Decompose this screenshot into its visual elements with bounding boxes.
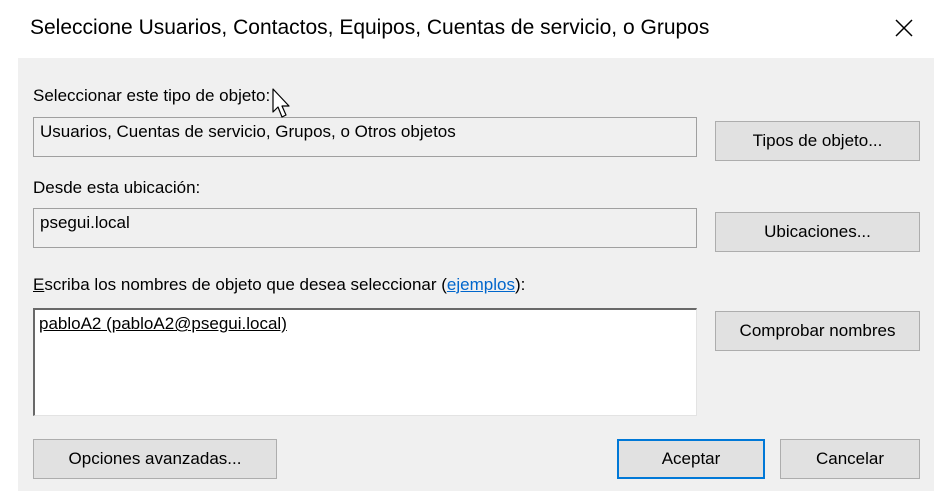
close-icon	[895, 19, 913, 37]
resolved-name-entry[interactable]: pabloA2 (pabloA2@psegui.local)	[39, 314, 287, 333]
object-types-button[interactable]: Tipos de objeto...	[715, 121, 920, 161]
names-label: Escriba los nombres de objeto que desea …	[33, 275, 525, 295]
names-label-text: scriba los nombres de objeto que desea s…	[44, 275, 447, 294]
dialog-client-area: Seleccionar este tipo de objeto: Usuario…	[18, 58, 934, 491]
object-type-label: Seleccionar este tipo de objeto:	[33, 86, 271, 105]
object-names-input[interactable]: pabloA2 (pabloA2@psegui.local)	[33, 308, 697, 416]
names-label-accelerator: E	[33, 275, 45, 294]
names-label-end: ):	[514, 275, 526, 294]
select-objects-dialog: Seleccione Usuarios, Contactos, Equipos,…	[0, 0, 934, 491]
mouse-pointer-icon	[272, 88, 290, 118]
ok-button[interactable]: Aceptar	[617, 439, 765, 479]
location-field: psegui.local	[33, 208, 697, 248]
title-bar: Seleccione Usuarios, Contactos, Equipos,…	[0, 0, 934, 58]
dialog-title: Seleccione Usuarios, Contactos, Equipos,…	[30, 16, 710, 39]
check-names-button[interactable]: Comprobar nombres	[715, 311, 920, 351]
locations-button[interactable]: Ubicaciones...	[715, 212, 920, 252]
examples-link[interactable]: ejemplos	[447, 275, 515, 294]
close-button[interactable]	[884, 6, 924, 50]
cancel-button[interactable]: Cancelar	[780, 439, 920, 479]
object-type-field: Usuarios, Cuentas de servicio, Grupos, o…	[33, 117, 697, 157]
advanced-options-button[interactable]: Opciones avanzadas...	[33, 439, 277, 479]
location-label: Desde esta ubicación:	[33, 178, 201, 197]
